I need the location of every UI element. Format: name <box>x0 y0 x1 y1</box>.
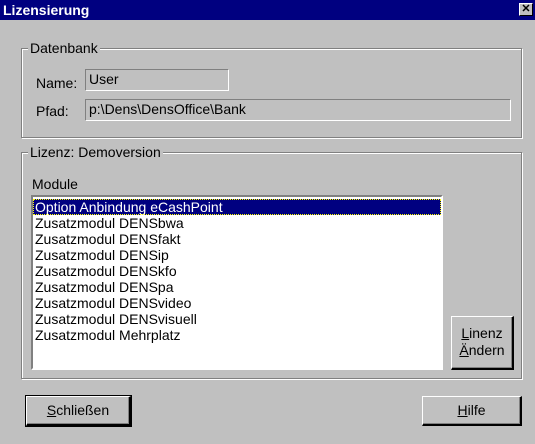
list-item[interactable]: Zusatzmodul DENSfakt <box>33 231 441 247</box>
change-license-button[interactable]: Linenz Ändern <box>451 316 514 370</box>
list-item[interactable]: Zusatzmodul DENSbwa <box>33 215 441 231</box>
change-license-line1: Linenz <box>461 325 503 341</box>
list-item[interactable]: Zusatzmodul DENSip <box>33 247 441 263</box>
close-button[interactable]: Schließen <box>25 395 132 427</box>
help-button[interactable]: Hilfe <box>422 396 522 426</box>
list-item[interactable]: Zusatzmodul DENSvideo <box>33 295 441 311</box>
list-item[interactable]: Zusatzmodul DENSvisuell <box>33 311 441 327</box>
change-license-line2: Ändern <box>459 342 505 358</box>
list-item[interactable]: Zusatzmodul Mehrplatz <box>33 327 441 343</box>
title-bar[interactable]: Lizensierung ✕ <box>0 0 535 20</box>
database-legend: Datenbank <box>28 40 100 56</box>
name-label: Name: <box>36 75 78 91</box>
list-item[interactable]: Option Anbindung eCashPoint <box>33 199 441 215</box>
license-legend: Lizenz: Demoversion <box>28 144 163 160</box>
license-dialog: Lizensierung ✕ Datenbank Name: User Pfad… <box>0 0 535 444</box>
close-icon[interactable]: ✕ <box>519 3 533 16</box>
database-group: Datenbank <box>21 40 522 138</box>
name-field: User <box>85 69 229 91</box>
path-label: Pfad: <box>36 103 69 119</box>
close-glyph: ✕ <box>521 3 531 15</box>
modules-label: Module <box>32 176 78 192</box>
list-item[interactable]: Zusatzmodul DENSkfo <box>33 263 441 279</box>
path-field: p:\Dens\DensOffice\Bank <box>85 99 511 121</box>
window-title: Lizensierung <box>3 2 90 18</box>
modules-listbox[interactable]: Option Anbindung eCashPoint Zusatzmodul … <box>31 195 443 370</box>
list-item[interactable]: Zusatzmodul DENSpa <box>33 279 441 295</box>
